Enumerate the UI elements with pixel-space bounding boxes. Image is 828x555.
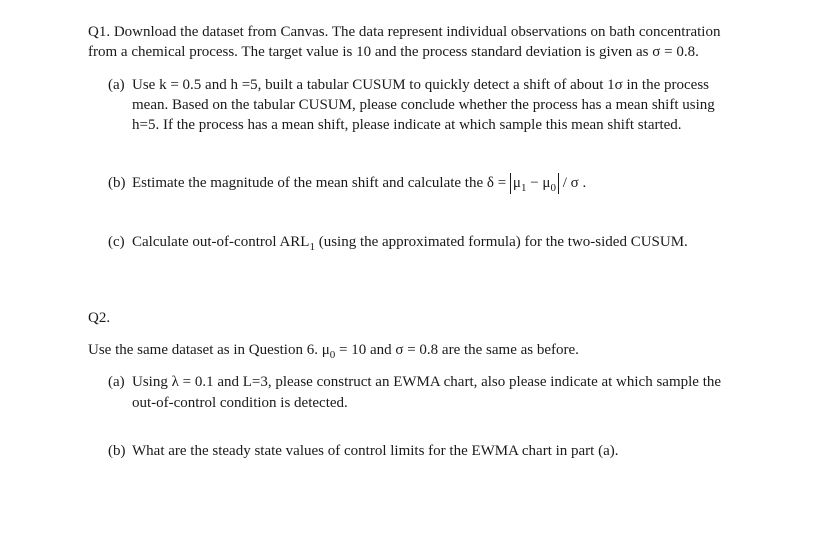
q1-c-text: Calculate out-of-control ARL1 (using the… <box>132 232 740 252</box>
q1-intro: Q1. Download the dataset from Canvas. Th… <box>88 22 740 63</box>
q2-intro-lead: Use the same dataset as in Question 6. μ <box>88 342 330 358</box>
q2-b-text: What are the steady state values of cont… <box>132 441 740 461</box>
q2-part-a: (a) Using λ = 0.1 and L=3, please constr… <box>108 372 740 413</box>
q2-a-marker: (a) <box>108 372 132 413</box>
q1-b-lead: Estimate the magnitude of the mean shift… <box>132 175 510 191</box>
q2-intro-tail: = 10 and σ = 0.8 are the same as before. <box>335 342 579 358</box>
q1-b-marker: (b) <box>108 173 132 193</box>
q1-c-marker: (c) <box>108 232 132 252</box>
q2-sublist: (a) Using λ = 0.1 and L=3, please constr… <box>88 372 740 413</box>
q1-sublist: (a) Use k = 0.5 and h =5, built a tabula… <box>88 75 740 136</box>
q1-part-b: (b) Estimate the magnitude of the mean s… <box>108 173 740 193</box>
q1-a-marker: (a) <box>108 75 132 136</box>
q1-b-text: Estimate the magnitude of the mean shift… <box>132 173 740 193</box>
q2-part-b: (b) What are the steady state values of … <box>108 441 740 461</box>
q2-a-text: Using λ = 0.1 and L=3, please construct … <box>132 372 740 413</box>
q2-heading: Q2. <box>88 308 740 328</box>
abs-value-bars: μ1 − μ0 <box>510 173 559 193</box>
q1-part-c: (c) Calculate out-of-control ARL1 (using… <box>108 232 740 252</box>
q1-b-tail: / σ . <box>559 175 586 191</box>
minus: − <box>526 175 542 191</box>
q1-c-tail: (using the approximated formula) for the… <box>315 234 688 250</box>
q2-intro: Use the same dataset as in Question 6. μ… <box>88 340 740 360</box>
q1-a-text: Use k = 0.5 and h =5, built a tabular CU… <box>132 75 740 136</box>
q2-sublist-b: (b) What are the steady state values of … <box>88 441 740 461</box>
q1-sublist-c: (c) Calculate out-of-control ARL1 (using… <box>88 232 740 252</box>
q2-b-marker: (b) <box>108 441 132 461</box>
q1-c-lead: Calculate out-of-control ARL <box>132 234 309 250</box>
q1-sublist-b: (b) Estimate the magnitude of the mean s… <box>88 173 740 193</box>
mu0-sub: 0 <box>550 182 556 194</box>
q1-part-a: (a) Use k = 0.5 and h =5, built a tabula… <box>108 75 740 136</box>
mu1: μ <box>513 175 521 191</box>
